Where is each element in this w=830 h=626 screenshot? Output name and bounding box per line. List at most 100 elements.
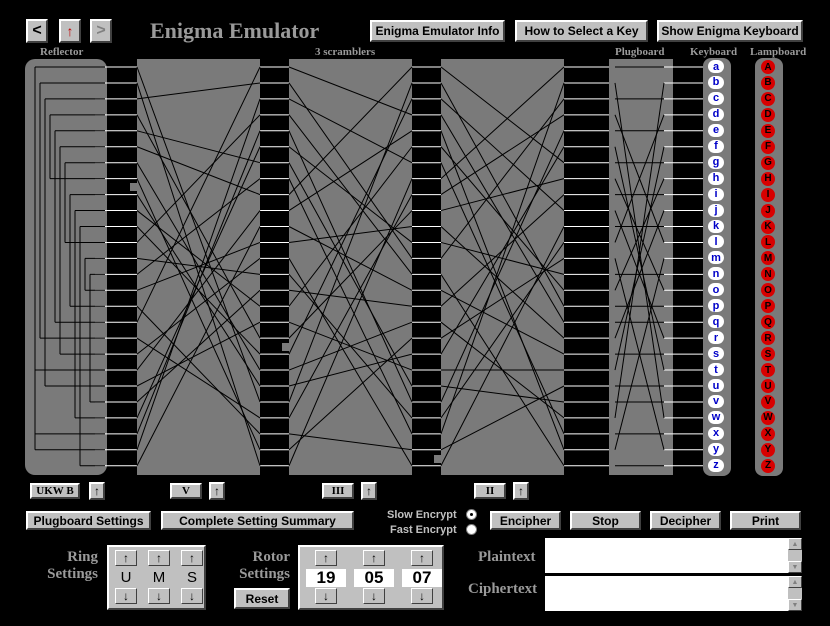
keyboard-key-f[interactable]: f [708, 139, 724, 153]
rotor-2-value: 05 [354, 568, 394, 587]
keyboard-key-d[interactable]: d [708, 107, 724, 121]
lamp-w: W [761, 410, 775, 425]
print-button[interactable]: Print [730, 511, 801, 530]
keyboard-key-t[interactable]: t [708, 363, 724, 377]
rotor-1-up-button[interactable]: ↑ [315, 550, 337, 566]
keyboard-key-i[interactable]: i [708, 187, 724, 201]
ciphertext-scroll-up-icon[interactable]: ▲ [788, 576, 802, 588]
rotor-2-down-button[interactable]: ↓ [363, 588, 385, 604]
keyboard-key-s[interactable]: s [708, 347, 724, 361]
lamp-i: I [761, 187, 775, 202]
ciphertext-field[interactable]: ▲ ▼ [545, 576, 802, 611]
slow-encrypt-radio[interactable] [466, 509, 477, 520]
lamp-m: M [761, 251, 775, 266]
lamp-c: C [761, 91, 775, 106]
keyboard-key-q[interactable]: q [708, 315, 724, 329]
lamp-k: K [761, 219, 775, 234]
rotor-middle-label: III [322, 483, 354, 499]
keyboard-key-p[interactable]: p [708, 299, 724, 313]
ring-2-value: M [152, 568, 166, 586]
keyboard-key-l[interactable]: l [708, 235, 724, 249]
keyboard-key-y[interactable]: y [708, 442, 724, 456]
ciphertext-scroll-down-icon[interactable]: ▼ [788, 599, 802, 611]
rotor-1-down-button[interactable]: ↓ [315, 588, 337, 604]
ring-2-up-button[interactable]: ↑ [148, 550, 170, 566]
lamp-n: N [761, 267, 775, 282]
keyboard-key-x[interactable]: x [708, 426, 724, 440]
keyboard-key-w[interactable]: w [708, 410, 724, 424]
lamp-l: L [761, 235, 775, 250]
decipher-button[interactable]: Decipher [650, 511, 721, 530]
lamp-q: Q [761, 315, 775, 330]
rotor-settings-box: ↑ 19 ↓ ↑ 05 ↓ ↑ 07 ↓ [298, 545, 444, 610]
lamp-r: R [761, 331, 775, 346]
fast-encrypt-radio[interactable] [466, 524, 477, 535]
reflector-type-label: UKW B [30, 483, 80, 499]
ring-2-down-button[interactable]: ↓ [148, 588, 170, 604]
keyboard-key-e[interactable]: e [708, 123, 724, 137]
lamp-z: Z [761, 458, 775, 473]
plaintext-scroll-down-icon[interactable]: ▼ [788, 561, 802, 573]
rotor-middle-advance-button[interactable]: ↑ [361, 482, 377, 500]
lamp-t: T [761, 363, 775, 378]
plugboard-settings-button[interactable]: Plugboard Settings [26, 511, 151, 530]
keyboard-key-r[interactable]: r [708, 331, 724, 345]
keyboard-key-z[interactable]: z [708, 458, 724, 472]
ring-3-up-button[interactable]: ↑ [181, 550, 203, 566]
keyboard-key-u[interactable]: u [708, 379, 724, 392]
keyboard-key-v[interactable]: v [708, 394, 724, 408]
stop-button[interactable]: Stop [570, 511, 641, 530]
rotor-3-down-button[interactable]: ↓ [411, 588, 433, 604]
ring-3-down-button[interactable]: ↓ [181, 588, 203, 604]
keyboard-key-j[interactable]: j [708, 203, 724, 217]
lamp-d: D [761, 107, 775, 122]
lampboard-column: ABCDEFGHIJKLMNOPQRSTUVWXYZ [755, 58, 783, 476]
ring-1-down-button[interactable]: ↓ [115, 588, 137, 604]
ring-1-value: U [120, 568, 132, 586]
plaintext-scroll-up-icon[interactable]: ▲ [788, 538, 802, 550]
lamp-j: J [761, 203, 775, 218]
keyboard-key-c[interactable]: c [708, 91, 724, 105]
rotor-left-advance-button[interactable]: ↑ [209, 482, 225, 500]
rotor-3-up-button[interactable]: ↑ [411, 550, 433, 566]
lamp-o: O [761, 283, 775, 298]
ring-1-up-button[interactable]: ↑ [115, 550, 137, 566]
rotor-1-value: 19 [306, 568, 346, 587]
rotor-right-label: II [474, 483, 506, 499]
lamp-y: Y [761, 442, 775, 457]
keyboard-key-m[interactable]: m [708, 251, 724, 265]
keyboard-key-g[interactable]: g [708, 155, 724, 169]
rotor-left-label: V [170, 483, 202, 499]
rotor-settings-label: Rotor Settings [228, 549, 290, 583]
ring-settings-label: Ring Settings [40, 549, 98, 583]
keyboard-key-b[interactable]: b [708, 75, 724, 89]
encipher-button[interactable]: Encipher [490, 511, 561, 530]
lamp-b: B [761, 75, 775, 90]
plaintext-field[interactable]: ▲ ▼ [545, 538, 802, 573]
lamp-v: V [761, 394, 775, 409]
slow-encrypt-label: Slow Encrypt [387, 509, 457, 521]
ring-settings-box: ↑ U ↓ ↑ M ↓ ↑ S ↓ [107, 545, 206, 610]
keyboard-key-a[interactable]: a [708, 60, 724, 73]
keyboard-key-k[interactable]: k [708, 219, 724, 233]
lamp-a: A [761, 60, 775, 74]
lamp-e: E [761, 123, 775, 138]
keyboard-key-h[interactable]: h [708, 171, 724, 185]
rotor-reset-button[interactable]: Reset [234, 588, 290, 609]
rotor-2-up-button[interactable]: ↑ [363, 550, 385, 566]
plaintext-scrollbar[interactable]: ▲ ▼ [788, 538, 802, 573]
keyboard-key-n[interactable]: n [708, 267, 724, 281]
lamp-h: H [761, 171, 775, 186]
reflector-advance-button[interactable]: ↑ [89, 482, 105, 500]
lamp-f: F [761, 139, 775, 154]
rotor-right-advance-button[interactable]: ↑ [513, 482, 529, 500]
keyboard-key-o[interactable]: o [708, 283, 724, 297]
ring-settings-label-line2: Settings [47, 566, 98, 582]
fast-encrypt-label: Fast Encrypt [390, 524, 457, 536]
ciphertext-label: Ciphertext [468, 581, 538, 597]
ciphertext-scrollbar[interactable]: ▲ ▼ [788, 576, 802, 611]
setting-summary-button[interactable]: Complete Setting Summary [161, 511, 354, 530]
lamp-x: X [761, 426, 775, 441]
plaintext-label: Plaintext [478, 549, 536, 565]
lamp-s: S [761, 347, 775, 362]
